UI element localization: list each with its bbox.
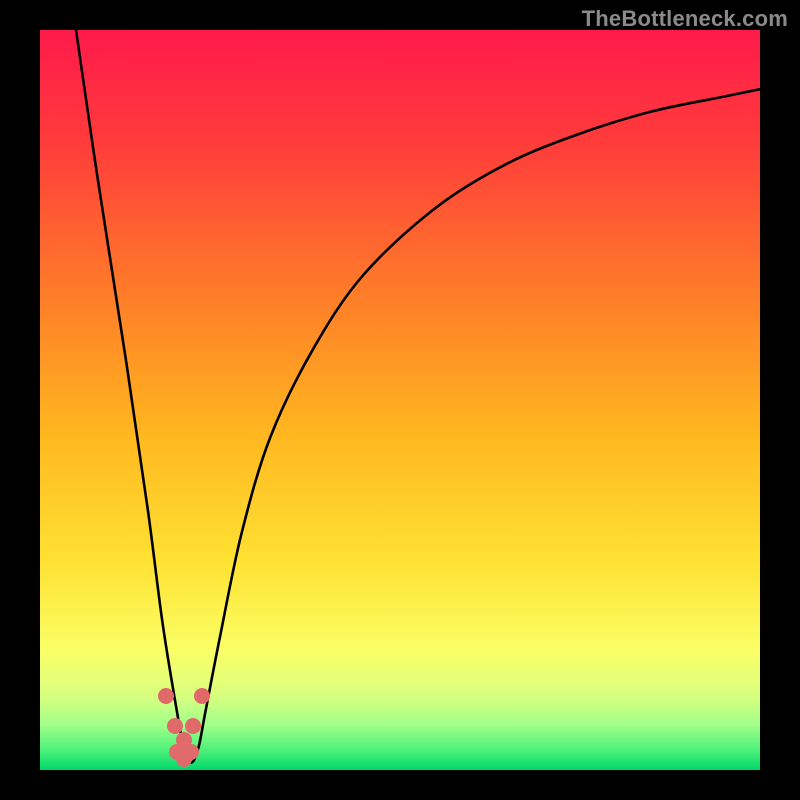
curve-dot	[167, 718, 183, 734]
chart-frame: TheBottleneck.com	[0, 0, 800, 800]
curve-dot	[194, 688, 210, 704]
curve-dot	[183, 744, 199, 760]
watermark-label: TheBottleneck.com	[582, 6, 788, 32]
curve-dot	[158, 688, 174, 704]
curve-dot	[185, 718, 201, 734]
bottleneck-curve	[40, 30, 760, 770]
plot-area	[40, 30, 760, 770]
